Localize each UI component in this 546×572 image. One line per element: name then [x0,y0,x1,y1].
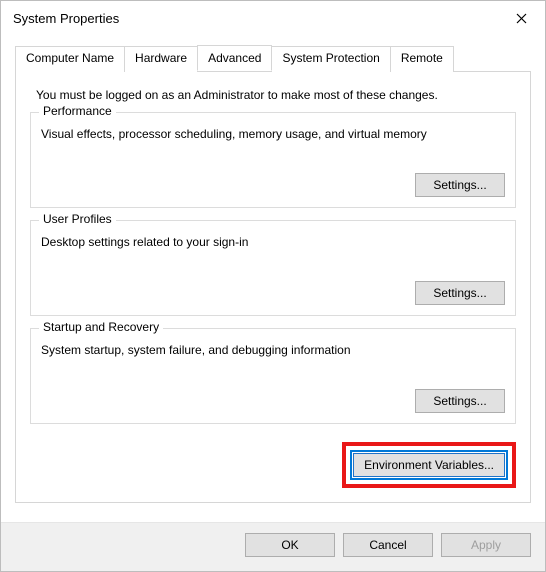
startup-recovery-group: Startup and Recovery System startup, sys… [30,328,516,424]
close-button[interactable] [505,5,537,31]
environment-variables-row: Environment Variables... [30,442,516,488]
startup-recovery-title: Startup and Recovery [39,320,163,334]
tab-remote[interactable]: Remote [390,46,454,72]
focus-ring: Environment Variables... [350,450,508,480]
content-area: Computer Name Hardware Advanced System P… [1,35,545,522]
tab-hardware[interactable]: Hardware [124,46,198,72]
startup-recovery-settings-button[interactable]: Settings... [415,389,505,413]
tab-panel-advanced: You must be logged on as an Administrato… [15,71,531,503]
startup-recovery-button-row: Settings... [41,389,505,413]
dialog-footer: OK Cancel Apply [1,522,545,571]
startup-recovery-desc: System startup, system failure, and debu… [41,343,505,357]
user-profiles-title: User Profiles [39,212,116,226]
performance-desc: Visual effects, processor scheduling, me… [41,127,505,141]
user-profiles-desc: Desktop settings related to your sign-in [41,235,505,249]
system-properties-window: System Properties Computer Name Hardware… [0,0,546,572]
tab-computer-name[interactable]: Computer Name [15,46,125,72]
cancel-button[interactable]: Cancel [343,533,433,557]
tab-advanced[interactable]: Advanced [197,45,272,71]
apply-button[interactable]: Apply [441,533,531,557]
performance-button-row: Settings... [41,173,505,197]
user-profiles-group: User Profiles Desktop settings related t… [30,220,516,316]
admin-notice: You must be logged on as an Administrato… [30,88,516,102]
performance-title: Performance [39,104,116,118]
close-icon [516,13,527,24]
tab-system-protection[interactable]: System Protection [271,46,390,72]
performance-group: Performance Visual effects, processor sc… [30,112,516,208]
tabs-container: Computer Name Hardware Advanced System P… [15,45,531,503]
performance-settings-button[interactable]: Settings... [415,173,505,197]
titlebar: System Properties [1,1,545,35]
window-title: System Properties [13,11,119,26]
environment-variables-button[interactable]: Environment Variables... [353,453,505,477]
tab-strip: Computer Name Hardware Advanced System P… [15,45,531,71]
highlight-annotation: Environment Variables... [342,442,516,488]
user-profiles-button-row: Settings... [41,281,505,305]
user-profiles-settings-button[interactable]: Settings... [415,281,505,305]
ok-button[interactable]: OK [245,533,335,557]
